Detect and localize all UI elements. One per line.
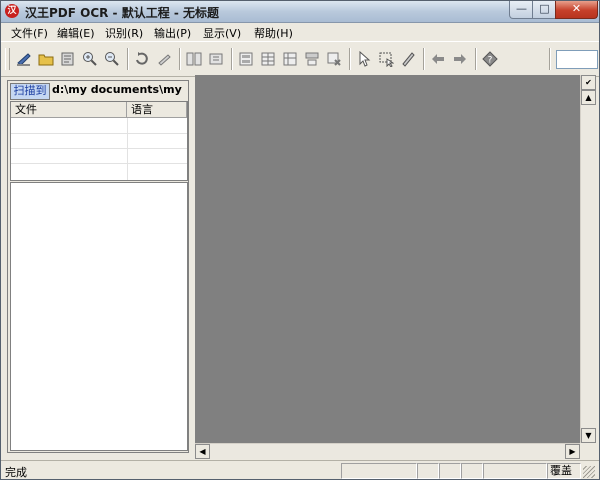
import-image-icon[interactable] <box>60 51 76 67</box>
menu-help[interactable]: 帮助(H) <box>254 25 293 41</box>
checkmark-icon[interactable]: ✔ <box>581 75 596 90</box>
zoom-in-icon[interactable] <box>82 51 98 67</box>
scrollbar-corner <box>580 443 595 458</box>
page-list[interactable] <box>10 182 188 451</box>
clear-icon[interactable] <box>304 51 320 67</box>
image-canvas[interactable] <box>195 75 580 443</box>
deskew-icon[interactable] <box>156 51 172 67</box>
zoom-out-icon[interactable] <box>104 51 120 67</box>
status-text: 完成 <box>5 466 27 479</box>
status-bar: 完成 覆盖 <box>1 460 599 479</box>
menu-bar: 文件(F) 编辑(E) 识别(R) 输出(P) 显示(V) 帮助(H) <box>1 23 599 40</box>
file-panel: 扫描到 d:\my documents\my h 文件 语言 <box>7 80 189 453</box>
toolbar-separator <box>231 48 233 70</box>
scan-to-button[interactable]: 扫描到 <box>10 83 50 100</box>
toolbar-separator <box>127 48 129 70</box>
delete-icon[interactable] <box>326 51 342 67</box>
back-arrow-icon[interactable] <box>430 51 446 67</box>
status-panel <box>341 463 417 479</box>
scroll-right-button[interactable]: ▶ <box>565 444 580 459</box>
table-icon[interactable] <box>282 51 298 67</box>
select-pointer-icon[interactable] <box>356 51 372 67</box>
status-panel <box>439 463 461 479</box>
menu-file[interactable]: 文件(F) <box>11 25 48 41</box>
merge-page-icon[interactable] <box>208 51 224 67</box>
toolbar-separator <box>549 48 551 70</box>
toolbar: ? <box>1 41 599 77</box>
layout-analysis-icon[interactable] <box>238 51 254 67</box>
toolbar-separator <box>349 48 351 70</box>
vertical-scrollbar[interactable]: ✔ ▲ ▼ <box>580 75 596 443</box>
menu-recognize[interactable]: 识别(R) <box>105 25 143 41</box>
toolbar-input[interactable] <box>556 50 598 69</box>
image-view: ✔ ▲ ▼ ◀ ▶ <box>195 75 596 459</box>
scroll-up-button[interactable]: ▲ <box>581 90 596 105</box>
status-panel <box>461 463 483 479</box>
recognize-icon[interactable] <box>260 51 276 67</box>
app-icon[interactable]: 汉 <box>5 4 19 18</box>
menu-output[interactable]: 输出(P) <box>154 25 191 41</box>
minimize-button[interactable]: — <box>509 1 534 19</box>
resize-grip-icon[interactable] <box>583 466 595 478</box>
menu-view[interactable]: 显示(V) <box>203 25 241 41</box>
menu-edit[interactable]: 编辑(E) <box>57 25 95 41</box>
toolbar-separator <box>423 48 425 70</box>
toolbar-separator <box>475 48 477 70</box>
status-mode: 覆盖 <box>547 463 581 479</box>
grid-column-line <box>127 118 128 180</box>
main-window: 汉 汉王PDF OCR - 默认工程 - 无标题 — □ ✕ 文件(F) 编辑(… <box>0 0 600 480</box>
open-folder-icon[interactable] <box>38 51 54 67</box>
scroll-down-button[interactable]: ▼ <box>581 428 596 443</box>
svg-text:?: ? <box>488 56 493 66</box>
file-list[interactable]: 文件 语言 <box>10 101 188 181</box>
maximize-button[interactable]: □ <box>532 1 557 19</box>
column-header-file[interactable]: 文件 <box>11 102 127 118</box>
status-panel <box>417 463 439 479</box>
scroll-left-button[interactable]: ◀ <box>195 444 210 459</box>
help-icon[interactable]: ? <box>482 51 498 67</box>
status-panel <box>483 463 547 479</box>
scan-icon[interactable] <box>16 51 32 67</box>
column-header-language[interactable]: 语言 <box>127 102 187 118</box>
title-bar[interactable]: 汉 汉王PDF OCR - 默认工程 - 无标题 — □ ✕ <box>1 1 599 23</box>
toolbar-separator <box>179 48 181 70</box>
scan-path: d:\my documents\my h <box>52 83 186 96</box>
close-button[interactable]: ✕ <box>555 1 598 19</box>
split-page-icon[interactable] <box>186 51 202 67</box>
grid-line <box>11 163 187 164</box>
grid-line <box>11 133 187 134</box>
window-title: 汉王PDF OCR - 默认工程 - 无标题 <box>25 6 220 20</box>
pen-icon[interactable] <box>400 51 416 67</box>
region-select-icon[interactable] <box>378 51 394 67</box>
toolbar-grip[interactable] <box>5 48 10 70</box>
grid-line <box>11 148 187 149</box>
horizontal-scrollbar[interactable]: ◀ ▶ <box>195 443 580 459</box>
rotate-icon[interactable] <box>134 51 150 67</box>
forward-arrow-icon[interactable] <box>452 51 468 67</box>
